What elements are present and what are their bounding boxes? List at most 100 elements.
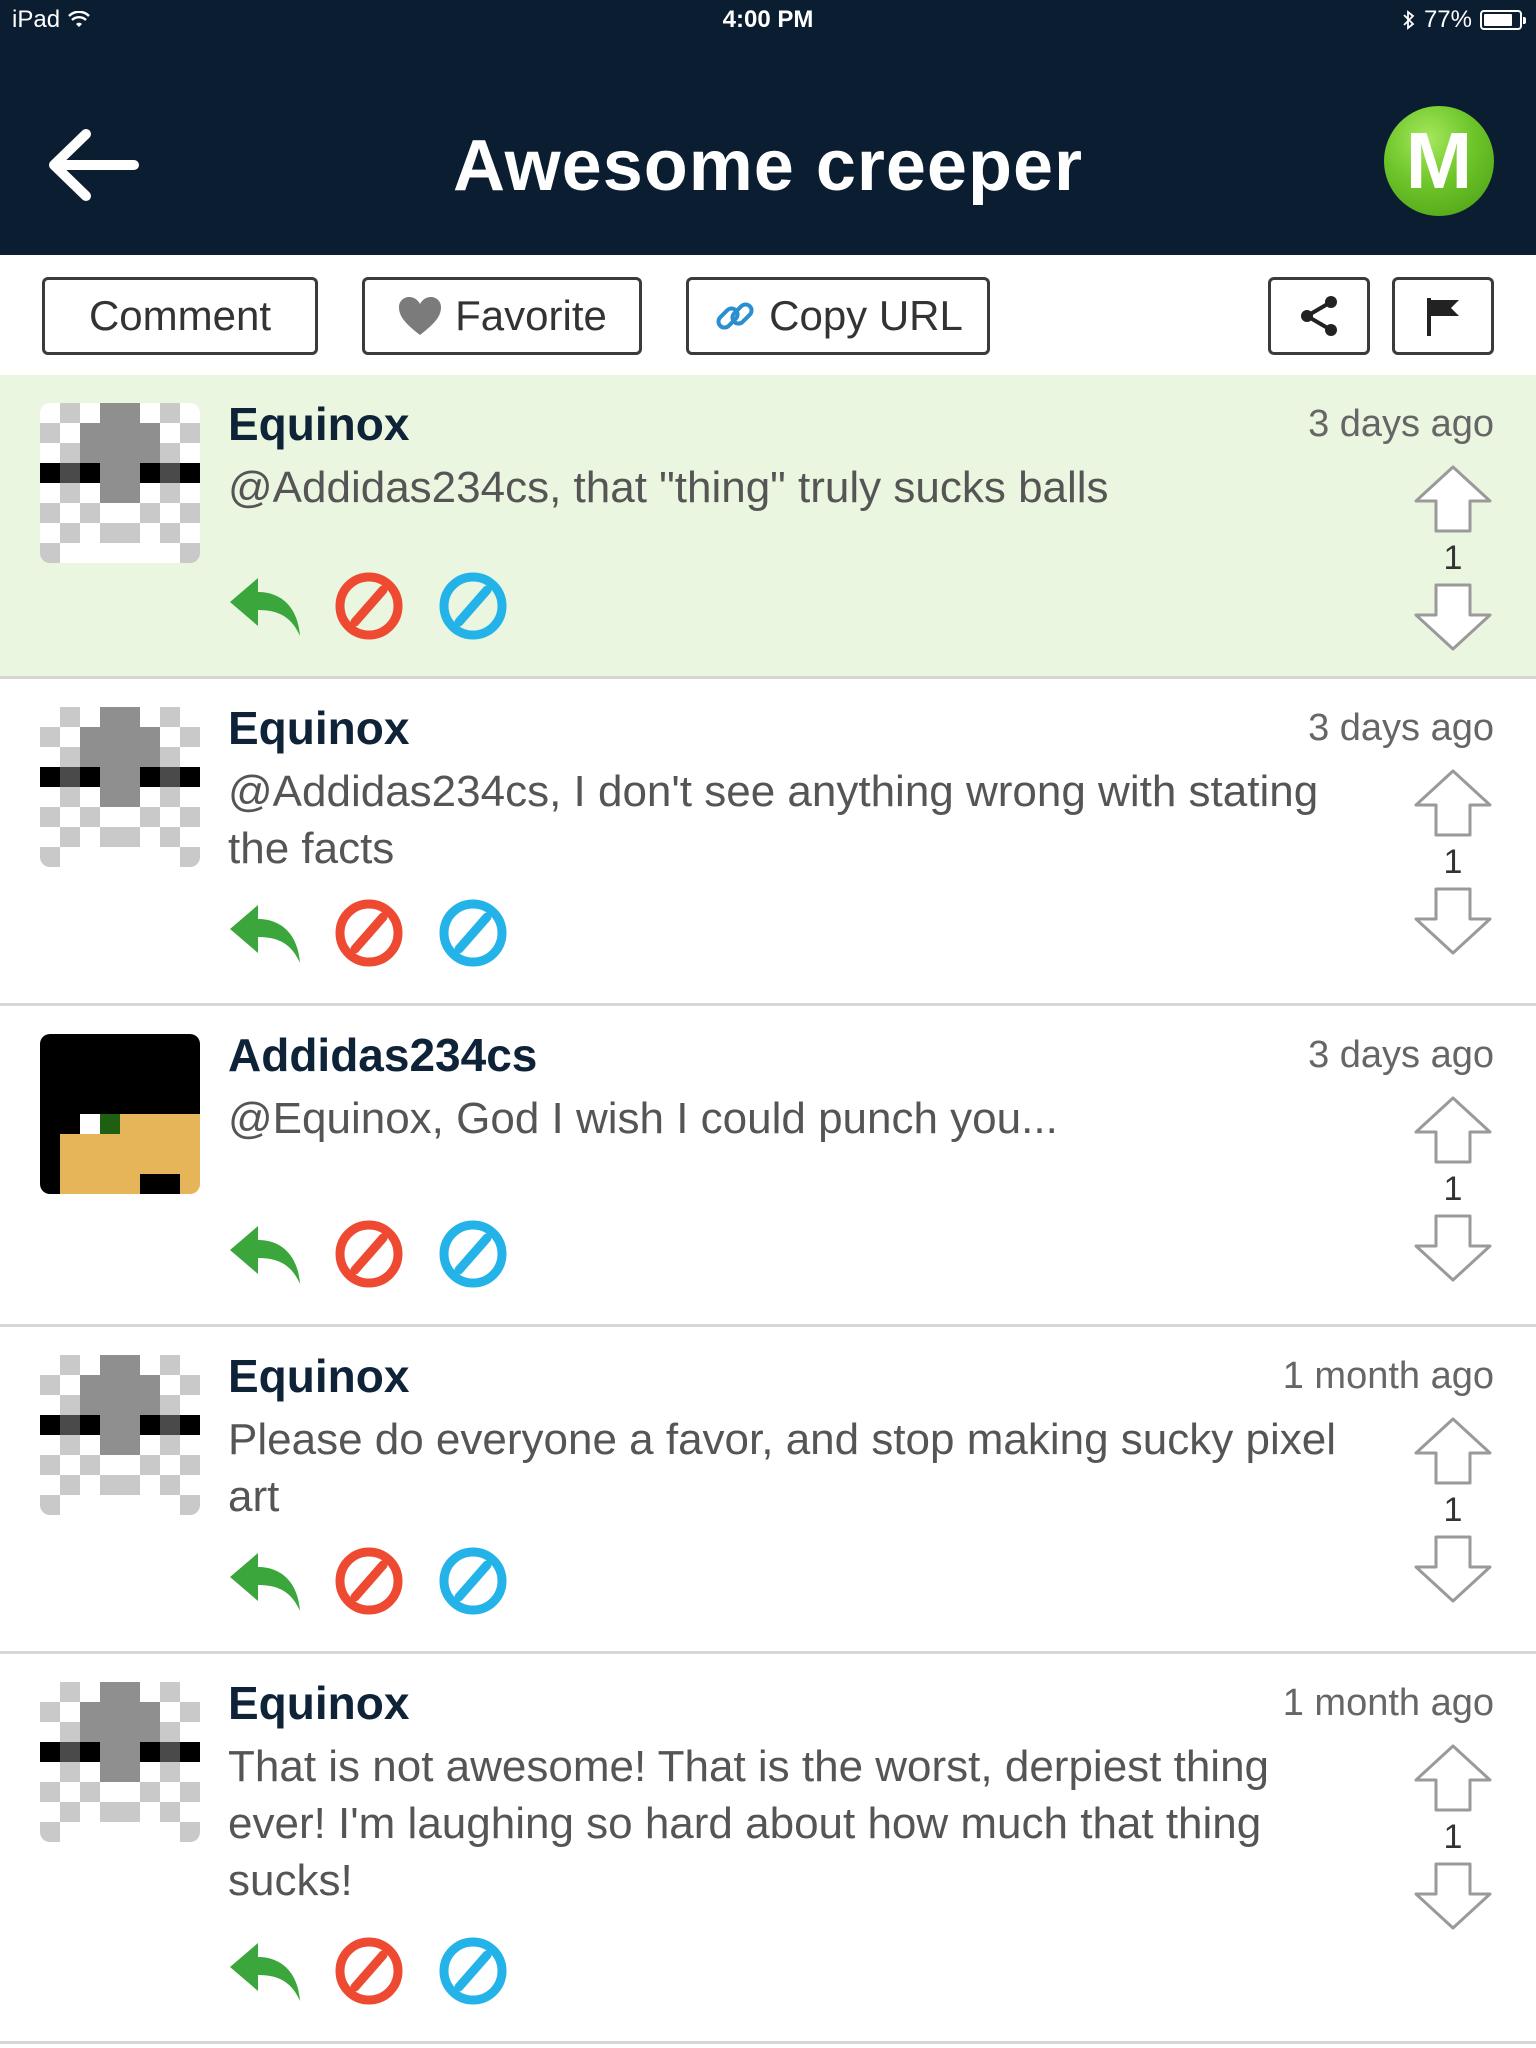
bluetooth-icon — [1403, 10, 1415, 30]
vote-control: 1 — [1410, 1094, 1496, 1284]
report-button[interactable] — [1392, 277, 1494, 355]
downvote-arrow-icon[interactable] — [1410, 1533, 1496, 1605]
comment-button[interactable]: Comment — [42, 277, 318, 355]
upvote-arrow-icon[interactable] — [1410, 1415, 1496, 1487]
block-red-icon — [335, 1547, 403, 1615]
comment-author[interactable]: Equinox — [228, 1349, 409, 1403]
comment-actions — [228, 896, 510, 970]
user-avatar[interactable] — [40, 1355, 200, 1515]
block-button[interactable] — [332, 1544, 406, 1618]
comment-time: 3 days ago — [1308, 403, 1494, 445]
comment-item: Equinox 3 days ago @Addidas234cs, I don'… — [0, 679, 1536, 1006]
comment-text: @Addidas234cs, that "thing" truly sucks … — [228, 463, 1109, 512]
upvote-arrow-icon[interactable] — [1410, 1094, 1496, 1166]
reply-button[interactable] — [228, 1217, 302, 1291]
user-avatar[interactable] — [40, 403, 200, 563]
status-right: 77% — [1402, 6, 1526, 34]
upvote-arrow-icon[interactable] — [1410, 767, 1496, 839]
comment-author[interactable]: Equinox — [228, 397, 409, 451]
vote-count: 1 — [1443, 1818, 1463, 1856]
block-blue-icon — [439, 1220, 507, 1288]
share-button[interactable] — [1268, 277, 1370, 355]
comment-text: @Addidas234cs, I don't see anything wron… — [228, 767, 1319, 873]
downvote-arrow-icon[interactable] — [1410, 1212, 1496, 1284]
reply-icon — [230, 1943, 300, 2001]
status-time: 4:00 PM — [722, 6, 814, 33]
steve-avatar-image — [40, 1034, 200, 1194]
comment-time: 3 days ago — [1308, 1034, 1494, 1076]
block-red-icon — [335, 1937, 403, 2005]
user-avatar[interactable] — [40, 1034, 200, 1194]
reply-icon — [230, 578, 300, 636]
block-blue-icon — [439, 1547, 507, 1615]
block-button[interactable] — [332, 1217, 406, 1291]
block-button[interactable] — [332, 1934, 406, 2008]
comment-time: 3 days ago — [1308, 707, 1494, 749]
skeleton-avatar-image — [40, 1682, 200, 1842]
comment-text: @Equinox, God I wish I could punch you..… — [228, 1094, 1058, 1143]
reply-button[interactable] — [228, 1934, 302, 2008]
block-button[interactable] — [332, 896, 406, 970]
comment-actions — [228, 1544, 510, 1618]
user-avatar[interactable] — [40, 707, 200, 867]
vote-control: 1 — [1410, 463, 1496, 653]
battery-icon — [1480, 10, 1526, 30]
comment-actions — [228, 1217, 510, 1291]
battery-percent: 77% — [1423, 6, 1472, 33]
action-toolbar: Comment Favorite Copy URL — [0, 255, 1536, 375]
block-blue-icon — [439, 1937, 507, 2005]
reply-button[interactable] — [228, 896, 302, 970]
comment-item: Equinox 1 month ago Please do everyone a… — [0, 1327, 1536, 1654]
favorite-button-label: Favorite — [455, 292, 607, 339]
reply-button[interactable] — [228, 1544, 302, 1618]
ignore-button[interactable] — [436, 569, 510, 643]
app-logo[interactable]: M — [1384, 106, 1494, 216]
block-button[interactable] — [332, 569, 406, 643]
vote-count: 1 — [1443, 1491, 1463, 1529]
upvote-arrow-icon[interactable] — [1410, 463, 1496, 535]
status-bar: iPad 4:00 PM 77% — [0, 0, 1536, 40]
comment-item: Addidas234cs 3 days ago @Equinox, God I … — [0, 1006, 1536, 1327]
comment-actions — [228, 569, 510, 643]
downvote-arrow-icon[interactable] — [1410, 885, 1496, 957]
app-header: iPad 4:00 PM 77% Awesome creeper M — [0, 0, 1536, 255]
comment-author[interactable]: Equinox — [228, 701, 409, 755]
downvote-arrow-icon[interactable] — [1410, 581, 1496, 653]
link-icon — [713, 294, 757, 338]
heart-icon — [397, 295, 443, 337]
upvote-arrow-icon[interactable] — [1410, 1742, 1496, 1814]
comment-item: Equinox 3 days ago @Addidas234cs, that "… — [0, 375, 1536, 679]
flag-icon — [1427, 298, 1459, 336]
favorite-button[interactable]: Favorite — [362, 277, 642, 355]
vote-control: 1 — [1410, 767, 1496, 957]
comment-text: That is not awesome! That is the worst, … — [228, 1742, 1270, 1905]
reply-button[interactable] — [228, 569, 302, 643]
reply-icon — [230, 905, 300, 963]
vote-count: 1 — [1443, 843, 1463, 881]
block-red-icon — [335, 899, 403, 967]
vote-control: 1 — [1410, 1742, 1496, 1932]
block-blue-icon — [439, 572, 507, 640]
downvote-arrow-icon[interactable] — [1410, 1860, 1496, 1932]
copy-url-button[interactable]: Copy URL — [686, 277, 990, 355]
block-red-icon — [335, 1220, 403, 1288]
share-icon — [1301, 296, 1337, 336]
user-avatar[interactable] — [40, 1682, 200, 1842]
comment-author[interactable]: Addidas234cs — [228, 1028, 537, 1082]
comment-actions — [228, 1934, 510, 2008]
comment-item: Equinox 1 month ago That is not awesome!… — [0, 1654, 1536, 2044]
skeleton-avatar-image — [40, 1355, 200, 1515]
comment-author[interactable]: Equinox — [228, 1676, 409, 1730]
ignore-button[interactable] — [436, 1217, 510, 1291]
copy-url-button-label: Copy URL — [769, 292, 963, 339]
vote-control: 1 — [1410, 1415, 1496, 1605]
comment-text: Please do everyone a favor, and stop mak… — [228, 1415, 1336, 1521]
skeleton-avatar-image — [40, 403, 200, 563]
ignore-button[interactable] — [436, 1544, 510, 1618]
ignore-button[interactable] — [436, 896, 510, 970]
reply-icon — [230, 1226, 300, 1284]
block-red-icon — [335, 572, 403, 640]
reply-icon — [230, 1553, 300, 1611]
ignore-button[interactable] — [436, 1934, 510, 2008]
skeleton-avatar-image — [40, 707, 200, 867]
